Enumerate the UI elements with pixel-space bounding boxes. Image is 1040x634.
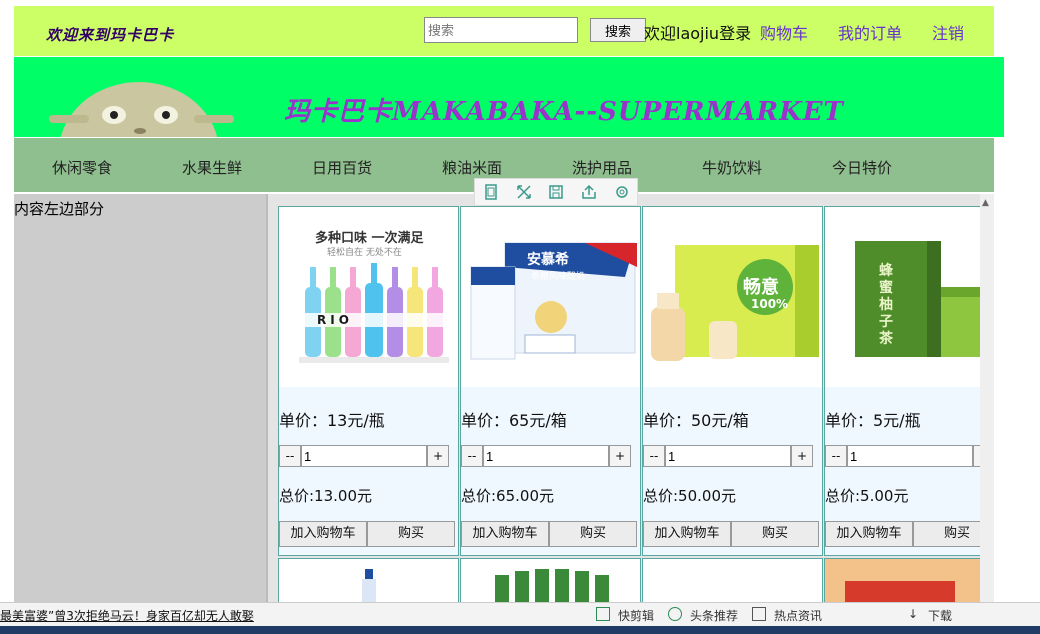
- image-caption: 多种口味 一次满足: [315, 231, 424, 246]
- page-icon[interactable]: [482, 183, 500, 201]
- vertical-scrollbar[interactable]: [980, 194, 994, 606]
- drink-box-icon: [651, 245, 819, 361]
- unit-price: 单价：50元/箱: [643, 411, 749, 430]
- banner-logo: 玛卡巴卡MAKABAKA--SUPERMARKET: [284, 97, 844, 127]
- quantity-input[interactable]: [301, 445, 427, 467]
- search-button[interactable]: 搜索: [590, 18, 646, 42]
- product-image: 多种口味 一次满足 轻松自在 无处不在 RIO: [279, 207, 458, 387]
- left-sidebar: 内容左边部分: [14, 194, 266, 606]
- expand-icon[interactable]: [515, 183, 533, 201]
- add-to-cart-button[interactable]: 加入购物车: [279, 521, 367, 547]
- nav-item-milk-drinks[interactable]: 牛奶饮料: [702, 157, 762, 178]
- play-icon: [668, 607, 682, 621]
- image-caption: 安慕希: [527, 252, 569, 268]
- qty-increase-button[interactable]: +: [609, 445, 631, 467]
- download-link[interactable]: 下载: [928, 607, 952, 624]
- welcome-text: 欢迎来到玛卡巴卡: [46, 26, 175, 44]
- total-price: 总价:13.00元: [279, 487, 372, 505]
- image-brand: RIO: [317, 313, 353, 327]
- banner: 玛卡巴卡MAKABAKA--SUPERMARKET: [14, 57, 1004, 137]
- hot-news-link[interactable]: 热点资讯: [774, 607, 822, 624]
- save-icon[interactable]: [547, 183, 565, 201]
- buy-button[interactable]: 购买: [731, 521, 819, 547]
- qty-decrease-button[interactable]: --: [461, 445, 483, 467]
- product-image: 蜂蜜柚子茶: [825, 207, 981, 387]
- floating-toolbar: [474, 178, 638, 206]
- buy-button[interactable]: 购买: [549, 521, 637, 547]
- logout-link[interactable]: 注销: [932, 20, 964, 44]
- unit-price: 单价：5元/瓶: [825, 411, 921, 430]
- download-arrow-icon: ↓: [908, 607, 919, 621]
- product-card-anmuxi: 安慕希 希腊风味酸奶 单价：65元/箱 -- + 总价:65.00元 加入购物车…: [460, 206, 641, 556]
- product-card-row2-3: [642, 558, 823, 608]
- product-card-rio: 多种口味 一次满足 轻松自在 无处不在 RIO 单价：13元/瓶 -- + 总价…: [278, 206, 459, 556]
- total-price: 总价:65.00元: [461, 487, 554, 505]
- add-to-cart-button[interactable]: 加入购物车: [643, 521, 731, 547]
- total-price: 总价:5.00元: [825, 487, 909, 505]
- top-bar: 欢迎来到玛卡巴卡 搜索 欢迎laojiu登录 购物车 我的订单 注销: [14, 6, 994, 56]
- qty-increase-button[interactable]: +: [427, 445, 449, 467]
- total-price: 总价:50.00元: [643, 487, 736, 505]
- video-edit-icon: [596, 607, 610, 621]
- cart-link[interactable]: 购物车: [760, 20, 808, 44]
- product-grid: 多种口味 一次满足 轻松自在 无处不在 RIO 单价：13元/瓶 -- + 总价…: [266, 194, 982, 608]
- product-card-changyi: 畅意 100% 单价：50元/箱 -- + 总价:50.00元 加入购物车 购买: [642, 206, 823, 556]
- add-to-cart-button[interactable]: 加入购物车: [825, 521, 913, 547]
- news-headline-link[interactable]: 最美富婆”曾3次拒绝马云！身家百亿却无人敢娶: [0, 607, 254, 624]
- product-card-row2-1: [278, 558, 459, 608]
- buy-button[interactable]: 购买: [367, 521, 455, 547]
- nav-item-fresh-fruit[interactable]: 水果生鲜: [182, 157, 242, 178]
- share-icon[interactable]: [580, 183, 598, 201]
- image-caption: 蜂蜜柚子茶: [879, 263, 893, 347]
- qty-increase-button[interactable]: +: [791, 445, 813, 467]
- quick-edit-link[interactable]: 快剪辑: [618, 607, 654, 624]
- sidebar-title: 内容左边部分: [14, 200, 105, 218]
- user-greeting: 欢迎laojiu登录: [644, 24, 752, 43]
- quantity-input[interactable]: [847, 445, 973, 467]
- quantity-input[interactable]: [665, 445, 791, 467]
- buy-button[interactable]: 购买: [913, 521, 981, 547]
- product-card-honey-tea: 蜂蜜柚子茶 单价：5元/瓶 -- + 总价:5.00元 加入购物车 购买: [824, 206, 982, 556]
- product-image: 安慕希 希腊风味酸奶: [461, 207, 640, 387]
- nav-item-toiletries[interactable]: 洗护用品: [572, 157, 632, 178]
- mascot-image: [49, 82, 234, 137]
- image-caption: 畅意: [743, 277, 779, 298]
- bottles-icon: [299, 263, 449, 363]
- product-card-row2-2: [460, 558, 641, 608]
- image-subcaption: 希腊风味酸奶: [531, 272, 586, 282]
- os-taskbar: [0, 626, 1040, 634]
- qty-decrease-button[interactable]: --: [643, 445, 665, 467]
- orders-link[interactable]: 我的订单: [838, 20, 902, 44]
- nav-item-daily-goods[interactable]: 日用百货: [312, 157, 372, 178]
- gear-icon[interactable]: [613, 183, 631, 201]
- quantity-input[interactable]: [483, 445, 609, 467]
- news-icon: [752, 607, 766, 621]
- search-input[interactable]: [424, 17, 578, 43]
- nav-item-snacks[interactable]: 休闲零食: [52, 157, 112, 178]
- browser-bottom-bar: 最美富婆”曾3次拒绝马云！身家百亿却无人敢娶 快剪辑 头条推荐 热点资讯 ↓ 下…: [0, 602, 1040, 626]
- product-card-row2-4: [824, 558, 982, 608]
- image-subcaption: 100%: [751, 297, 789, 311]
- add-to-cart-button[interactable]: 加入购物车: [461, 521, 549, 547]
- qty-decrease-button[interactable]: --: [825, 445, 847, 467]
- unit-price: 单价：65元/箱: [461, 411, 567, 430]
- tea-box-icon: [855, 241, 981, 357]
- scroll-up-icon[interactable]: ▲: [982, 198, 989, 208]
- nav-item-daily-deals[interactable]: 今日特价: [832, 157, 892, 178]
- unit-price: 单价：13元/瓶: [279, 411, 385, 430]
- nav-item-grain-oil[interactable]: 粮油米面: [442, 157, 502, 178]
- qty-decrease-button[interactable]: --: [279, 445, 301, 467]
- headline-link[interactable]: 头条推荐: [690, 607, 738, 624]
- product-image: 畅意 100%: [643, 207, 822, 387]
